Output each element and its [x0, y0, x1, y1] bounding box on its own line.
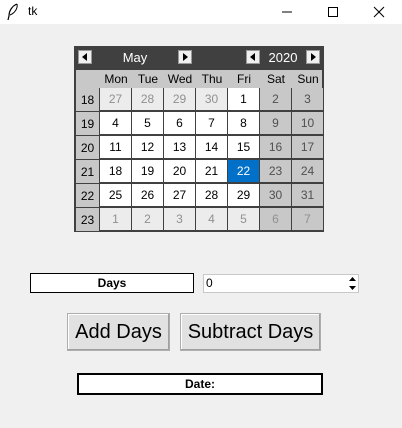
calendar-day[interactable]: 17 — [292, 136, 323, 158]
calendar-day[interactable]: 27 — [164, 184, 195, 206]
weekday-label: Sat — [266, 72, 285, 86]
calendar-day[interactable]: 2 — [132, 208, 163, 230]
calendar-day[interactable]: 16 — [260, 136, 291, 158]
calendar-day[interactable]: 3 — [164, 208, 195, 230]
calendar-day[interactable]: 15 — [228, 136, 259, 158]
calendar-day[interactable]: 11 — [100, 136, 131, 158]
calendar-day[interactable]: 5 — [132, 112, 163, 134]
calendar-day[interactable]: 27 — [100, 88, 131, 110]
calendar-day[interactable]: 19 — [132, 160, 163, 182]
calendar-day[interactable]: 18 — [100, 160, 131, 182]
calendar-day[interactable]: 29 — [228, 184, 259, 206]
calendar-day[interactable]: 12 — [132, 136, 163, 158]
calendar-day[interactable]: 28 — [132, 88, 163, 110]
calendar-day[interactable]: 8 — [228, 112, 259, 134]
spin-up-button[interactable] — [347, 275, 358, 283]
calendar-day[interactable]: 21 — [196, 160, 227, 182]
calendar-day[interactable]: 30 — [196, 88, 227, 110]
week-number: 20 — [76, 136, 99, 159]
calendar-day[interactable]: 24 — [292, 160, 323, 182]
up-arrow-icon — [349, 277, 356, 281]
calendar-day[interactable]: 31 — [292, 184, 323, 206]
date-label: Date: — [77, 373, 323, 395]
weekday-label: Tue — [137, 72, 159, 86]
week-number: 22 — [76, 184, 99, 207]
right-arrow-icon — [311, 53, 316, 61]
days-spinbox[interactable]: 0 — [203, 274, 359, 293]
minimize-icon — [282, 11, 292, 13]
calendar-header: May 2020 — [76, 48, 322, 68]
next-month-button[interactable] — [178, 50, 192, 64]
maximize-button[interactable] — [310, 0, 356, 24]
calendar-day[interactable]: 29 — [164, 88, 195, 110]
down-arrow-icon — [349, 286, 356, 290]
calendar-day[interactable]: 1 — [100, 208, 131, 230]
add-days-button[interactable]: Add Days — [67, 313, 170, 351]
weekday-label: Thu — [201, 72, 223, 86]
title-bar: tk — [0, 0, 402, 24]
left-arrow-icon — [82, 53, 87, 61]
weekday-header: Mon Tue Wed Thu Fri Sat Sun — [76, 70, 322, 88]
calendar-day[interactable]: 7 — [196, 112, 227, 134]
calendar: May 2020 Mon Tue Wed Thu Fri Sat Sun 18 … — [74, 46, 324, 232]
days-label: Days — [30, 273, 194, 293]
close-icon — [373, 6, 385, 18]
week-number: 19 — [76, 112, 99, 135]
spin-down-button[interactable] — [347, 284, 358, 292]
window-title: tk — [28, 4, 38, 18]
maximize-icon — [328, 7, 338, 17]
year-label: 2020 — [268, 50, 298, 65]
calendar-day[interactable]: 3 — [292, 88, 323, 110]
next-year-button[interactable] — [306, 50, 320, 64]
feather-icon — [7, 3, 18, 21]
calendar-day[interactable]: 30 — [260, 184, 291, 206]
close-button[interactable] — [356, 0, 402, 24]
left-arrow-icon — [250, 53, 255, 61]
days-spinbox-value[interactable]: 0 — [206, 275, 213, 292]
weekday-label: Mon — [104, 72, 128, 86]
calendar-day[interactable]: 6 — [260, 208, 291, 230]
calendar-day-selected[interactable]: 22 — [228, 160, 259, 182]
calendar-day[interactable]: 6 — [164, 112, 195, 134]
weekday-label: Fri — [237, 72, 251, 86]
calendar-day[interactable]: 26 — [132, 184, 163, 206]
calendar-day[interactable]: 1 — [228, 88, 259, 110]
day-grid: 18 27 28 29 30 1 2 3 19 4 5 6 7 8 9 10 2… — [76, 88, 323, 231]
month-label: May — [122, 50, 148, 65]
calendar-day[interactable]: 23 — [260, 160, 291, 182]
subtract-days-button[interactable]: Subtract Days — [180, 313, 321, 351]
calendar-day[interactable]: 28 — [196, 184, 227, 206]
right-arrow-icon — [183, 53, 188, 61]
calendar-day[interactable]: 9 — [260, 112, 291, 134]
calendar-day[interactable]: 25 — [100, 184, 131, 206]
prev-month-button[interactable] — [78, 50, 92, 64]
calendar-day[interactable]: 2 — [260, 88, 291, 110]
calendar-day[interactable]: 5 — [228, 208, 259, 230]
minimize-button[interactable] — [264, 0, 310, 24]
weekday-label: Wed — [167, 72, 193, 86]
calendar-day[interactable]: 14 — [196, 136, 227, 158]
week-number: 21 — [76, 160, 99, 183]
calendar-day[interactable]: 13 — [164, 136, 195, 158]
calendar-day[interactable]: 10 — [292, 112, 323, 134]
prev-year-button[interactable] — [246, 50, 260, 64]
week-number: 23 — [76, 208, 99, 231]
week-number: 18 — [76, 88, 99, 111]
calendar-day[interactable]: 7 — [292, 208, 323, 230]
weekday-label: Sun — [297, 72, 319, 86]
calendar-day[interactable]: 4 — [100, 112, 131, 134]
calendar-day[interactable]: 20 — [164, 160, 195, 182]
calendar-day[interactable]: 4 — [196, 208, 227, 230]
